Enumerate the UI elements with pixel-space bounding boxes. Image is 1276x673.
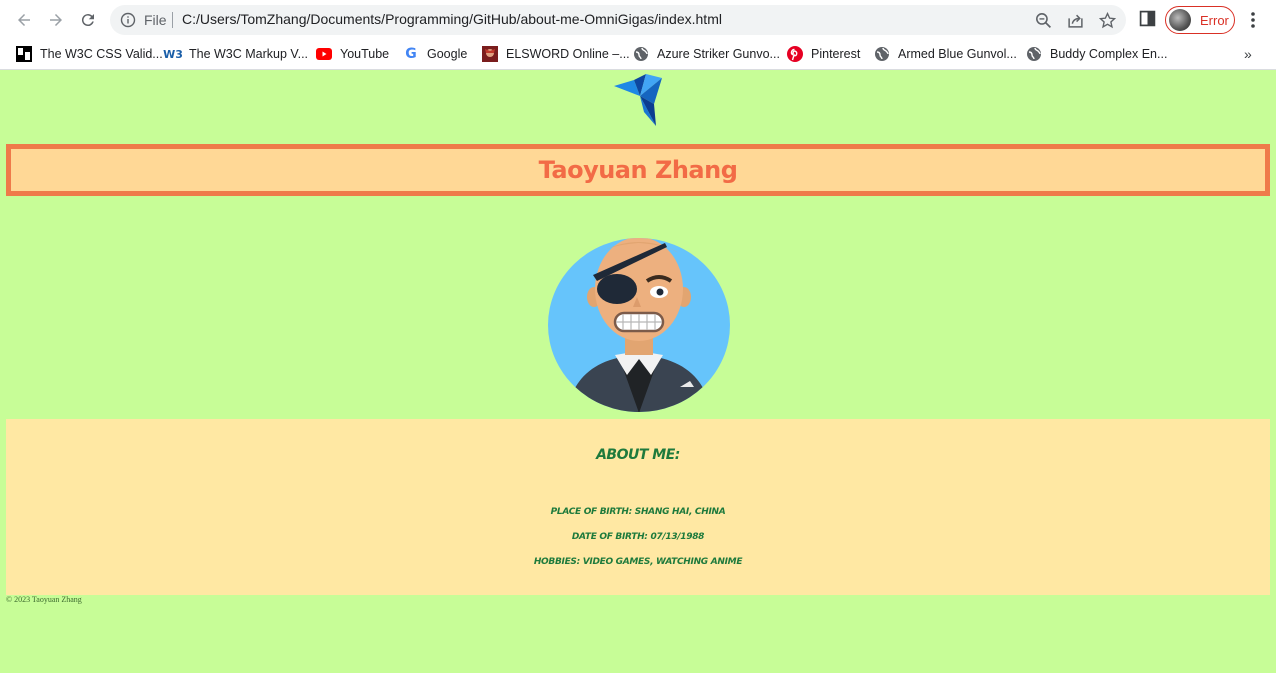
- bookmark-item[interactable]: Armed Blue Gunvol...: [874, 44, 1017, 64]
- globe-icon: [874, 46, 890, 62]
- bookmark-label: The W3C CSS Valid...: [40, 47, 163, 61]
- bookmark-label: YouTube: [340, 47, 390, 61]
- bookmark-item[interactable]: YouTube: [316, 44, 389, 64]
- omnibox-divider: [172, 12, 173, 28]
- reload-icon: [81, 14, 94, 27]
- reload-button[interactable]: [76, 8, 100, 32]
- bookmark-item[interactable]: Pinterest: [787, 44, 860, 64]
- bookmark-label: Azure Striker Gunvo...: [657, 47, 780, 61]
- w3c-css-icon: [16, 46, 32, 62]
- origami-bird-logo-icon: [614, 74, 662, 126]
- hobbies-text: Hobbies: Video Games, Watching Anime: [533, 557, 743, 567]
- google-icon: G: [405, 46, 417, 62]
- bookmark-item[interactable]: ELSWORD Online –...: [482, 44, 630, 64]
- bookmark-label: Google: [427, 47, 468, 61]
- chevron-double-right-icon[interactable]: »: [1244, 46, 1252, 62]
- scheme-label: File: [144, 12, 167, 28]
- portrait-avatar: [548, 238, 730, 412]
- bookmark-item[interactable]: W3 The W3C Markup V...: [163, 44, 309, 64]
- url-text[interactable]: C:/Users/TomZhang/Documents/Programming/…: [182, 11, 722, 27]
- bookmark-label: Armed Blue Gunvol...: [898, 47, 1017, 61]
- page-title: Taoyuan Zhang: [538, 156, 738, 184]
- globe-icon: [633, 46, 649, 62]
- bookmark-label: Buddy Complex En...: [1050, 47, 1168, 61]
- arrow-right-icon: [50, 14, 62, 26]
- bookmark-item[interactable]: G Google: [403, 44, 467, 64]
- zoom-icon[interactable]: [1035, 12, 1052, 29]
- pinterest-icon: [787, 46, 803, 62]
- about-heading: About Me:: [596, 447, 680, 463]
- browser-toolbar: File C:/Users/TomZhang/Documents/Program…: [0, 0, 1276, 38]
- address-bar[interactable]: File C:/Users/TomZhang/Documents/Program…: [110, 5, 1126, 35]
- profile-button[interactable]: Error: [1165, 6, 1235, 34]
- elsword-icon: [482, 46, 498, 62]
- w3c-icon: W3: [163, 47, 183, 61]
- bookmark-star-icon[interactable]: [1099, 12, 1116, 29]
- side-panel-icon[interactable]: [1139, 10, 1156, 27]
- bookmark-item[interactable]: The W3C CSS Valid...: [16, 44, 163, 64]
- back-button[interactable]: [12, 8, 36, 32]
- name-banner: Taoyuan Zhang: [6, 144, 1270, 196]
- globe-icon: [1026, 46, 1042, 62]
- bookmark-item[interactable]: Azure Striker Gunvo...: [633, 44, 780, 64]
- profile-status: Error: [1200, 12, 1229, 28]
- about-section: About Me: Place of Birth: Shang Hai, Chi…: [6, 419, 1270, 595]
- bookmark-label: ELSWORD Online –...: [506, 47, 630, 61]
- share-icon[interactable]: [1067, 12, 1084, 29]
- birthplace-text: Place of Birth: Shang Hai, China: [550, 507, 726, 517]
- bookmark-item[interactable]: Buddy Complex En...: [1026, 44, 1167, 64]
- bookmark-label: Pinterest: [811, 47, 861, 61]
- info-icon[interactable]: [120, 12, 136, 28]
- bookmarks-bar: The W3C CSS Valid... W3 The W3C Markup V…: [0, 38, 1276, 70]
- footer-copyright: © 2023 Taoyuan Zhang: [6, 595, 82, 604]
- youtube-icon: [316, 46, 332, 62]
- arrow-left-icon: [18, 14, 30, 26]
- kebab-menu-icon[interactable]: [1246, 10, 1260, 30]
- avatar: [1169, 9, 1191, 31]
- web-page: Taoyuan Zhang About Me: Place of Birth:: [0, 71, 1276, 673]
- forward-button[interactable]: [44, 8, 68, 32]
- bookmark-label: The W3C Markup V...: [189, 47, 309, 61]
- birthdate-text: Date of Birth: 07/13/1988: [571, 532, 705, 542]
